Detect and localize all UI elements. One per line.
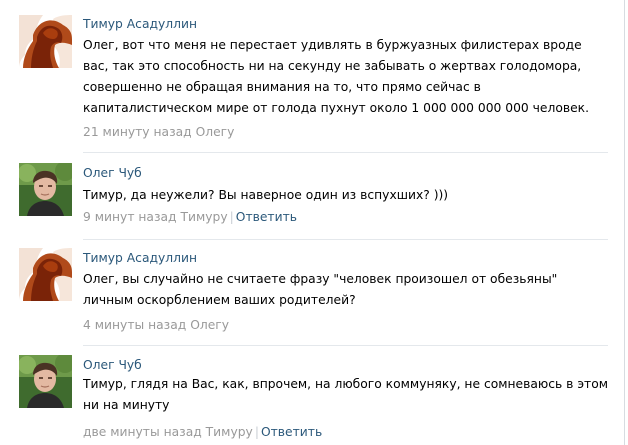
comment-text: Тимур, глядя на Вас, как, впрочем, на лю…: [83, 377, 609, 412]
avatar-silhouette-image: [19, 248, 72, 301]
reply-button[interactable]: Ответить: [236, 210, 297, 224]
comment-time-link[interactable]: 9 минут назад: [83, 210, 177, 224]
avatar[interactable]: [19, 15, 72, 68]
comment-text: Тимур, да неужели? Вы наверное один из в…: [83, 188, 449, 202]
comment-author-link[interactable]: Олег Чуб: [83, 166, 142, 181]
comment-item: Олег Чуб Тимур, да неужели? Вы наверное …: [0, 153, 608, 240]
comment-meta: 21 минуту назад Олегу: [83, 125, 234, 140]
page-right-border: [624, 0, 625, 445]
meta-separator: |: [229, 210, 234, 224]
avatar[interactable]: [19, 355, 72, 408]
comment-time-link[interactable]: 21 минуту назад: [83, 125, 192, 139]
reply-to-link[interactable]: Тимуру: [180, 210, 227, 224]
avatar-photo-image: [19, 355, 72, 408]
avatar[interactable]: [19, 248, 72, 301]
comment-meta: 4 минуты назад Олегу: [83, 318, 229, 333]
avatar[interactable]: [19, 163, 72, 216]
comment-author-link[interactable]: Тимур Асадуллин: [83, 251, 197, 266]
comment-meta: две минуты назад Тимуру | Ответить: [83, 425, 322, 440]
comment-author-link[interactable]: Тимур Асадуллин: [83, 17, 197, 32]
comment-item: Тимур Асадуллин Олег, вы случайно не счи…: [0, 240, 608, 346]
reply-to-link[interactable]: Тимуру: [206, 425, 253, 439]
comment-author-link[interactable]: Олег Чуб: [83, 358, 142, 373]
comment-meta: 9 минут назад Тимуру | Ответить: [83, 210, 297, 225]
avatar-silhouette-image: [19, 15, 72, 68]
comment-text: Олег, вы случайно не считаете фразу "чел…: [83, 272, 558, 307]
comment-item: Олег Чуб Тимур, глядя на Вас, как, впроч…: [0, 346, 608, 445]
meta-separator: |: [254, 425, 259, 439]
avatar-photo-image: [19, 163, 72, 216]
comment-time-link[interactable]: две минуты назад: [83, 425, 202, 439]
comment-time-link[interactable]: 4 минуты назад: [83, 318, 186, 332]
reply-to-link[interactable]: Олегу: [190, 318, 229, 332]
comment-item: Тимур Асадуллин Олег, вот что меня не пе…: [0, 0, 608, 153]
comment-text: Олег, вот что меня не перестает удивлять…: [83, 38, 590, 115]
reply-button[interactable]: Ответить: [261, 425, 322, 439]
reply-to-link[interactable]: Олегу: [196, 125, 235, 139]
